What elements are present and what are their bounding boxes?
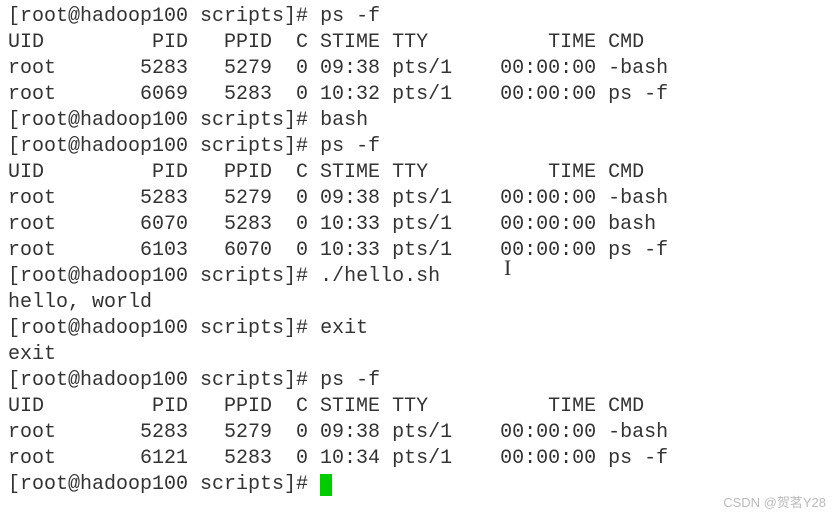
shell-prompt: [root@hadoop100 scripts]# bbox=[8, 369, 320, 392]
command-line: [root@hadoop100 scripts]# exit bbox=[8, 316, 828, 342]
command-line: [root@hadoop100 scripts]# ps -f bbox=[8, 4, 828, 30]
ps-row: root 6121 5283 0 10:34 pts/1 00:00:00 ps… bbox=[8, 446, 828, 472]
exit-output: exit bbox=[8, 342, 828, 368]
watermark-text: CSDN @贺茗Y28 bbox=[723, 490, 826, 516]
shell-prompt: [root@hadoop100 scripts]# bbox=[8, 5, 320, 28]
terminal-output[interactable]: [root@hadoop100 scripts]# ps -f UID PID … bbox=[8, 4, 828, 498]
ps-row: root 6069 5283 0 10:32 pts/1 00:00:00 ps… bbox=[8, 82, 828, 108]
typed-command: ps -f bbox=[320, 369, 380, 392]
ps-header: UID PID PPID C STIME TTY TIME CMD bbox=[8, 160, 828, 186]
shell-prompt: [root@hadoop100 scripts]# bbox=[8, 109, 320, 132]
command-line: [root@hadoop100 scripts]# bash bbox=[8, 108, 828, 134]
command-line: [root@hadoop100 scripts]# ps -f bbox=[8, 368, 828, 394]
ps-row: root 6103 6070 0 10:33 pts/1 00:00:00 ps… bbox=[8, 238, 828, 264]
shell-prompt: [root@hadoop100 scripts]# bbox=[8, 473, 320, 496]
ps-row: root 5283 5279 0 09:38 pts/1 00:00:00 -b… bbox=[8, 56, 828, 82]
shell-prompt: [root@hadoop100 scripts]# bbox=[8, 135, 320, 158]
typed-command: ps -f bbox=[320, 135, 380, 158]
shell-prompt: [root@hadoop100 scripts]# bbox=[8, 317, 320, 340]
command-line: [root@hadoop100 scripts]# ps -f bbox=[8, 134, 828, 160]
ps-header: UID PID PPID C STIME TTY TIME CMD bbox=[8, 394, 828, 420]
shell-prompt: [root@hadoop100 scripts]# bbox=[8, 265, 320, 288]
ps-row: root 5283 5279 0 09:38 pts/1 00:00:00 -b… bbox=[8, 186, 828, 212]
ps-row: root 6070 5283 0 10:33 pts/1 00:00:00 ba… bbox=[8, 212, 828, 238]
ps-row: root 5283 5279 0 09:38 pts/1 00:00:00 -b… bbox=[8, 420, 828, 446]
cursor-block-icon bbox=[320, 474, 332, 496]
ps-header: UID PID PPID C STIME TTY TIME CMD bbox=[8, 30, 828, 56]
typed-command: exit bbox=[320, 317, 368, 340]
script-output: hello, world bbox=[8, 290, 828, 316]
typed-command: bash bbox=[320, 109, 368, 132]
typed-command: ps -f bbox=[320, 5, 380, 28]
typed-command: ./hello.sh bbox=[320, 265, 440, 288]
command-line[interactable]: [root@hadoop100 scripts]# bbox=[8, 472, 828, 498]
command-line: [root@hadoop100 scripts]# ./hello.sh bbox=[8, 264, 828, 290]
